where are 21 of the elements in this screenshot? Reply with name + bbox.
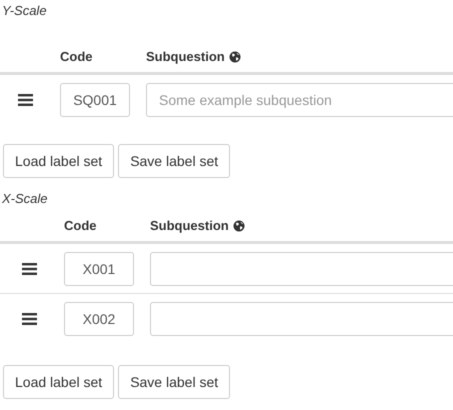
globe-icon [232,220,245,232]
column-header: Code [64,216,98,235]
code-field[interactable]: X002 [64,302,134,336]
code-field[interactable]: X001 [64,252,134,286]
section-title: X-Scale [1,190,49,208]
label-set-button[interactable]: Load label set [3,365,114,399]
drag-handle-icon[interactable] [22,262,37,274]
column-header: Code [60,48,94,66]
code-field[interactable]: SQ001 [60,83,130,117]
label-set-button[interactable]: Save label set [118,365,230,399]
label-set-button[interactable]: Load label set [3,144,114,178]
column-header: Subquestion [150,216,229,235]
drag-handle-icon[interactable] [22,313,37,325]
drag-handle-icon[interactable] [18,94,33,106]
section-title: Y-Scale [1,2,48,20]
subquestion-field[interactable] [150,302,453,336]
subquestion-field[interactable]: Some example subquestion [146,83,453,117]
label-set-button[interactable]: Save label set [118,144,230,178]
globe-icon [228,50,241,62]
subquestion-field[interactable] [150,252,453,286]
column-header: Subquestion [146,48,225,66]
